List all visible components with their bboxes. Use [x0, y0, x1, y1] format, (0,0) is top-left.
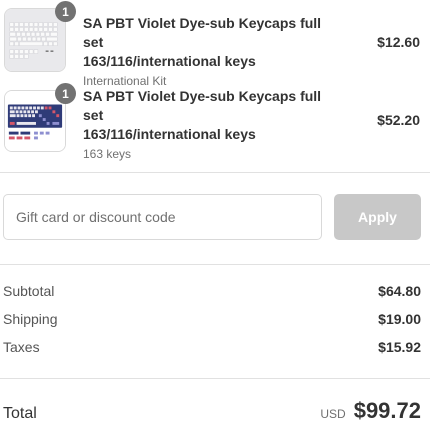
product-info: SA PBT Violet Dye-sub Keycaps full set 1… — [83, 14, 343, 90]
shipping-label: Shipping — [3, 311, 58, 327]
taxes-value: $15.92 — [378, 339, 421, 355]
product-thumbnail-wrapper: 1 — [4, 1, 76, 72]
currency-code: USD — [320, 407, 346, 421]
product-variant: 163 keys — [83, 147, 132, 161]
subtotal-label: Subtotal — [3, 283, 55, 299]
shipping-value: $19.00 — [378, 311, 421, 327]
total-price: USD $99.72 — [320, 398, 421, 424]
product-title: SA PBT Violet Dye-sub Keycaps full set 1… — [83, 87, 343, 144]
divider — [0, 264, 430, 265]
quantity-badge: 1 — [55, 1, 76, 22]
discount-code-input[interactable] — [3, 194, 322, 240]
product-price: $12.60 — [377, 34, 420, 50]
total-amount: $99.72 — [353, 398, 421, 423]
cart-item: 1 SA PBT Violet Dye-sub Keycaps full set… — [0, 0, 430, 88]
taxes-row: Taxes $15.92 — [3, 339, 421, 355]
cart-item: 1 SA PBT Violet Dye-sub Keycaps full set… — [0, 83, 430, 161]
shipping-row: Shipping $19.00 — [3, 311, 421, 327]
product-thumbnail-wrapper: 1 — [4, 83, 76, 152]
divider — [0, 172, 430, 173]
subtotal-value: $64.80 — [378, 283, 421, 299]
total-row: Total USD $99.72 — [3, 398, 421, 424]
white-keycap-set-image — [5, 9, 65, 71]
product-info: SA PBT Violet Dye-sub Keycaps full set 1… — [83, 87, 343, 163]
total-label: Total — [3, 405, 37, 422]
product-title-line-1: SA PBT Violet Dye-sub Keycaps full set — [83, 88, 322, 123]
product-title: SA PBT Violet Dye-sub Keycaps full set 1… — [83, 14, 343, 71]
violet-keycap-set-image — [5, 91, 65, 151]
product-title-line-2: 163/116/international keys — [83, 126, 256, 142]
product-price: $52.20 — [377, 112, 420, 128]
product-title-line-2: 163/116/international keys — [83, 53, 256, 69]
apply-discount-button[interactable]: Apply — [334, 194, 421, 240]
divider — [0, 378, 430, 379]
taxes-label: Taxes — [3, 339, 40, 355]
product-title-line-1: SA PBT Violet Dye-sub Keycaps full set — [83, 15, 322, 50]
subtotal-row: Subtotal $64.80 — [3, 283, 421, 299]
quantity-badge: 1 — [55, 83, 76, 104]
